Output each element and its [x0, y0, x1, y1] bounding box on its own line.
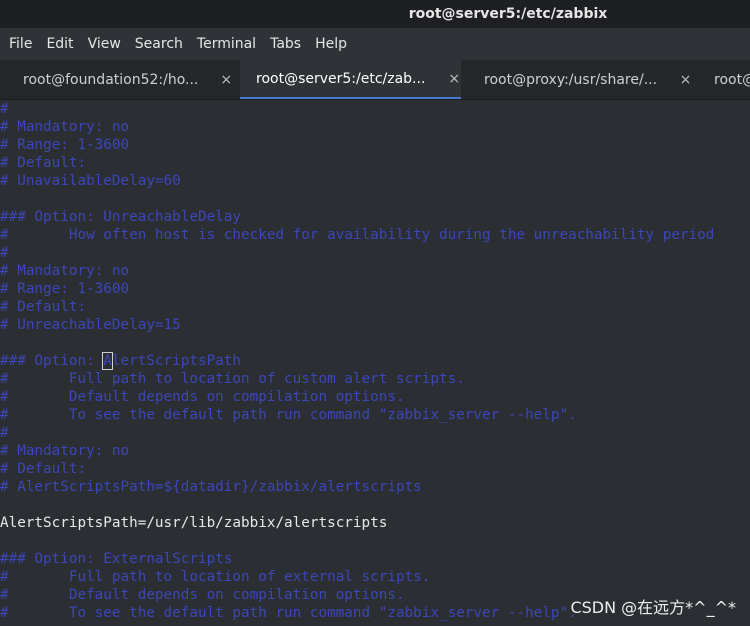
- terminal-line: # How often host is checked for availabi…: [0, 227, 715, 243]
- terminal-line: # Mandatory: no: [0, 443, 130, 459]
- close-icon[interactable]: ×: [679, 72, 692, 88]
- tab-label: root@proxy:/usr/share/...: [484, 72, 658, 88]
- tab-label: root@: [714, 72, 750, 88]
- tab-foundation52[interactable]: root@foundation52:/ho... ×: [7, 60, 232, 99]
- terminal-line: # Mandatory: no: [0, 119, 130, 135]
- tab-proxy[interactable]: root@proxy:/usr/share/... ×: [468, 60, 692, 99]
- terminal-line: # AlertScriptsPath=${datadir}/zabbix/ale…: [0, 479, 422, 495]
- line-text: lertScriptsPath: [111, 353, 242, 369]
- menu-tabs[interactable]: Tabs: [263, 28, 308, 60]
- terminal-line: # Full path to location of custom alert …: [0, 371, 465, 387]
- csdn-watermark: CSDN @在远方*^_^*: [570, 598, 736, 617]
- close-icon[interactable]: ×: [447, 71, 461, 87]
- menu-bar: File Edit View Search Terminal Tabs Help: [0, 28, 750, 60]
- menu-help[interactable]: Help: [308, 28, 354, 60]
- terminal-line: # Range: 1-3600: [0, 281, 130, 297]
- terminal-line: AlertScriptsPath=/usr/lib/zabbix/alertsc…: [0, 515, 388, 531]
- terminal-line: # UnreachableDelay=15: [0, 317, 181, 333]
- tab-server5[interactable]: root@server5:/etc/zab... ×: [240, 60, 461, 99]
- terminal-line: ### Option: ExternalScripts: [0, 551, 233, 567]
- window-title: root@server5:/etc/zabbix: [408, 6, 608, 22]
- menu-view[interactable]: View: [81, 28, 128, 60]
- terminal-line: # Range: 1-3600: [0, 137, 130, 153]
- terminal-line: #: [0, 425, 9, 441]
- menu-edit[interactable]: Edit: [39, 28, 80, 60]
- line-text: ### Option:: [0, 353, 104, 369]
- menu-search[interactable]: Search: [128, 28, 190, 60]
- text-cursor: A: [102, 352, 113, 370]
- tab-overflow[interactable]: root@: [698, 60, 750, 99]
- terminal-line: #: [0, 245, 9, 261]
- terminal-line: # Default:: [0, 299, 87, 315]
- terminal-line: # To see the default path run command "z…: [0, 407, 577, 423]
- close-icon[interactable]: ×: [220, 72, 232, 88]
- terminal-line: #: [0, 101, 9, 117]
- terminal-line: ### Option: AlertScriptsPath: [0, 352, 750, 370]
- terminal-line: # Full path to location of external scri…: [0, 569, 431, 585]
- terminal-line: # Default:: [0, 461, 87, 477]
- terminal-line: # Default depends on compilation options…: [0, 389, 405, 405]
- menu-terminal[interactable]: Terminal: [190, 28, 263, 60]
- terminal-line: # Mandatory: no: [0, 263, 130, 279]
- window-titlebar: root@server5:/etc/zabbix: [0, 0, 750, 28]
- terminal-output[interactable]: # # Mandatory: no # Range: 1-3600 # Default…: [0, 100, 750, 626]
- tab-label: root@foundation52:/ho...: [23, 72, 199, 88]
- tab-bar: root@foundation52:/ho... × root@server5:…: [0, 60, 750, 100]
- terminal-line: # Default:: [0, 155, 87, 171]
- menu-file[interactable]: File: [2, 28, 39, 60]
- tab-label: root@server5:/etc/zab...: [256, 70, 426, 87]
- terminal-line: # UnavailableDelay=60: [0, 173, 181, 189]
- terminal-line: ### Option: UnreachableDelay: [0, 209, 242, 225]
